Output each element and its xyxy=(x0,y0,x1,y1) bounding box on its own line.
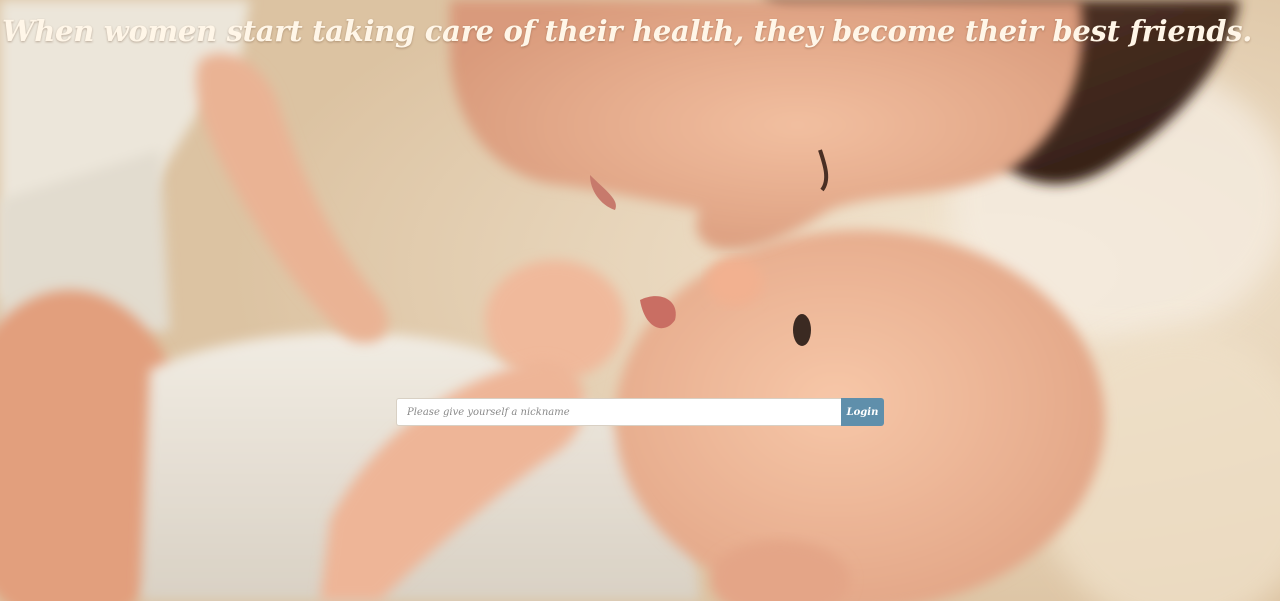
hero-tagline: When women start taking care of their he… xyxy=(2,14,1253,48)
login-form: Login xyxy=(396,398,884,426)
mother-and-baby-photo xyxy=(0,0,1280,601)
login-button[interactable]: Login xyxy=(841,398,884,426)
hero-background: When women start taking care of their he… xyxy=(0,0,1280,601)
nickname-input[interactable] xyxy=(396,398,841,426)
